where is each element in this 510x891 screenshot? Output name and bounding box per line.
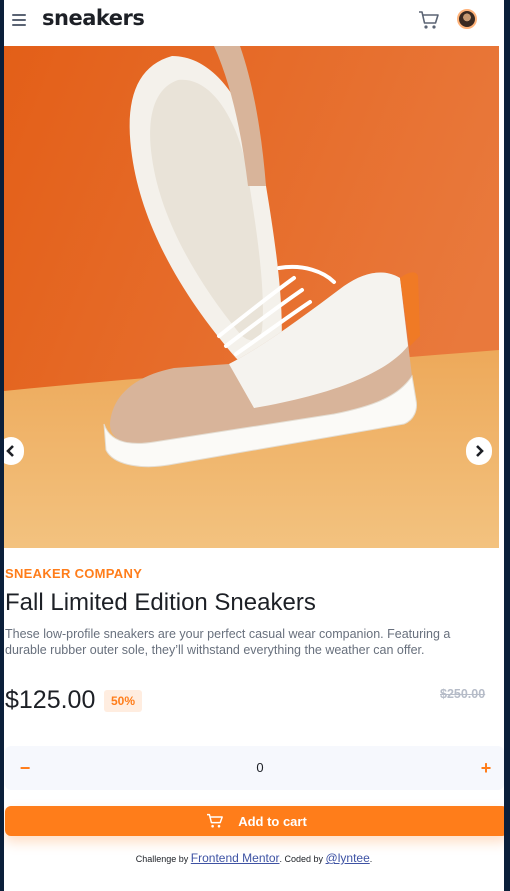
current-price: $125.00 [5,686,96,714]
company-name: SNEAKER COMPANY [5,566,143,581]
frontend-mentor-link[interactable]: Frontend Mentor [191,851,280,865]
product-image [4,46,499,548]
hamburger-icon[interactable] [12,14,26,28]
sneaker-illustration [4,46,499,548]
chevron-left-icon [6,445,14,457]
author-link[interactable]: @lyntee [326,851,370,865]
quantity-value[interactable]: 0 [245,746,275,790]
page: sneakers SNEAKER COMPANY Fall Limited Ed… [4,0,504,891]
decrease-quantity-button[interactable]: − [7,746,43,790]
attribution-suffix: . [369,854,373,864]
product-title: Fall Limited Edition Sneakers [5,589,316,616]
add-to-cart-label: Add to cart [238,813,307,829]
header: sneakers [4,0,504,46]
increase-quantity-button[interactable]: + [468,746,504,790]
attribution-prefix: Challenge by [135,854,189,864]
quantity-stepper: − 0 + [5,746,504,790]
logo[interactable]: sneakers [42,6,145,30]
chevron-right-icon [476,445,484,457]
cart-icon [207,813,224,828]
attribution: Challenge by Frontend Mentor. Coded by @… [4,851,504,865]
add-to-cart-button[interactable]: Add to cart [5,806,504,836]
cart-icon[interactable] [418,9,440,31]
user-avatar[interactable] [457,9,477,29]
attribution-middle: . Coded by [279,854,324,864]
next-image-button[interactable] [466,437,492,465]
original-price: $250.00 [440,687,486,701]
product-description: These low-profile sneakers are your perf… [5,627,451,657]
discount-badge: 50% [104,690,142,712]
